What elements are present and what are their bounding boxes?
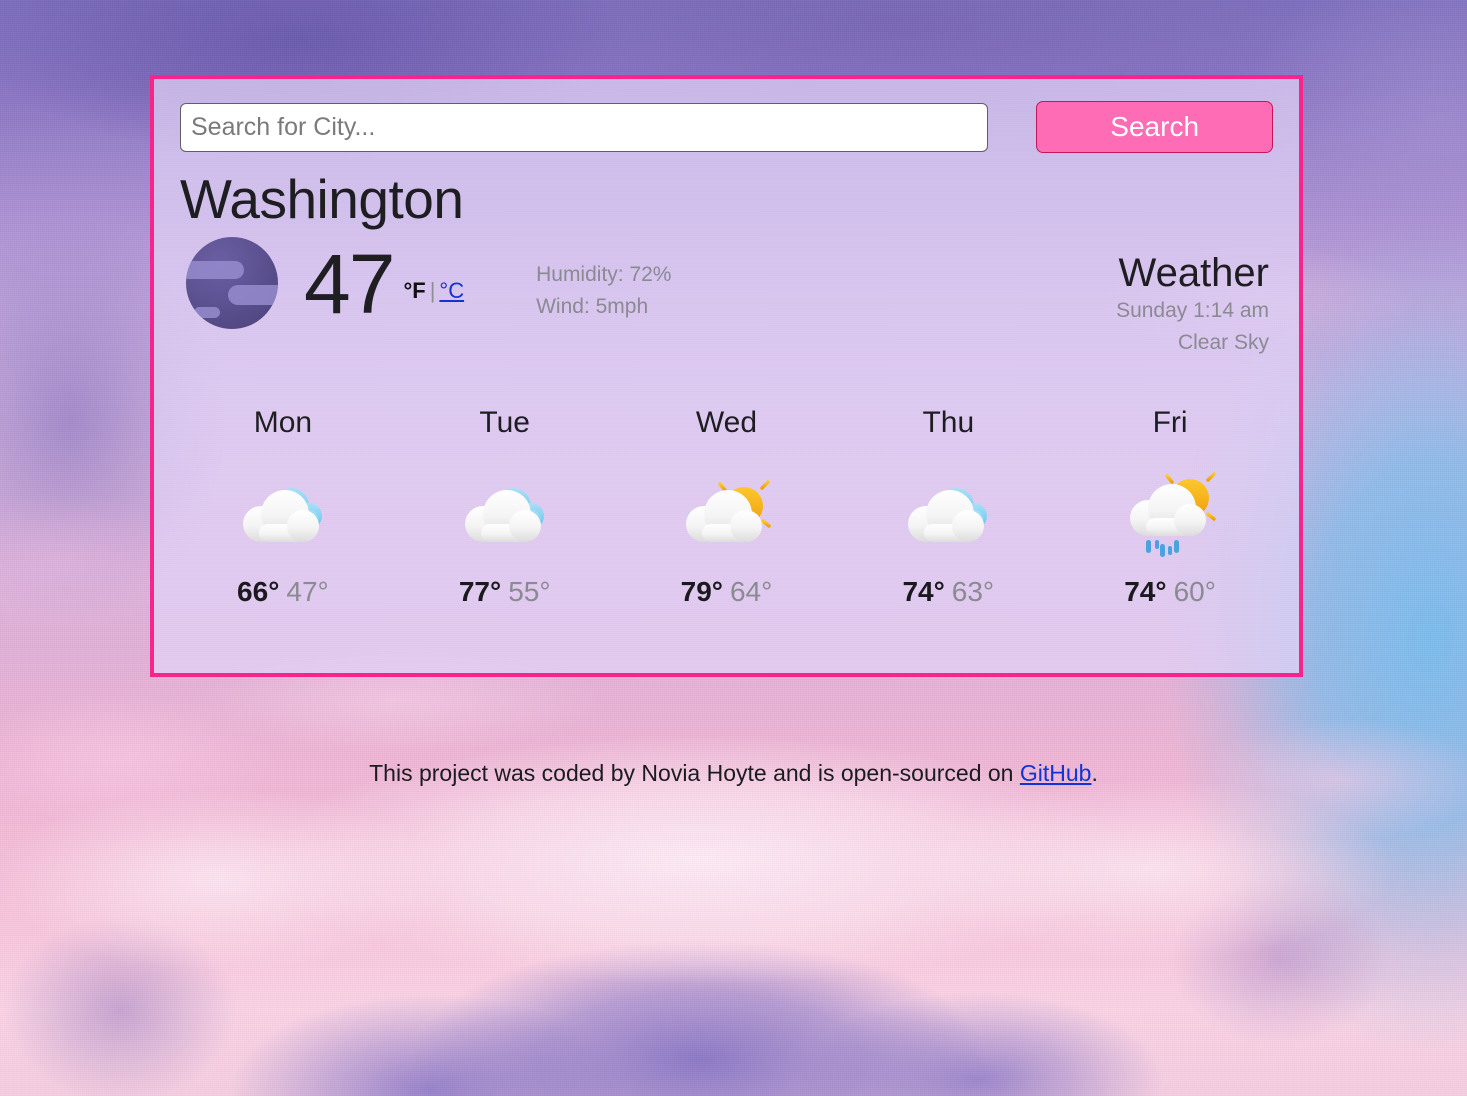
forecast-temps: 74° 60° bbox=[1059, 576, 1281, 608]
current-metrics: Humidity: 72% Wind: 5mph bbox=[536, 259, 671, 324]
forecast-day: Mon 66° 47° bbox=[172, 406, 394, 608]
weather-datetime: Sunday 1:14 am bbox=[1116, 298, 1269, 322]
night-cloudy-icon bbox=[186, 236, 278, 329]
forecast-temps: 66° 47° bbox=[172, 576, 394, 608]
forecast-low: 55° bbox=[508, 575, 551, 607]
forecast-low: 47° bbox=[286, 575, 329, 607]
forecast-day: Fri 74° 60° bbox=[1059, 406, 1281, 608]
forecast-day-name: Mon bbox=[253, 405, 313, 439]
github-link[interactable]: GitHub bbox=[1020, 760, 1092, 786]
unit-toggle: °F | °C bbox=[403, 278, 464, 304]
forecast-day: Wed 79° 64° bbox=[616, 406, 838, 608]
forecast-temps: 74° 63° bbox=[837, 576, 1059, 608]
footer: This project was coded by Novia Hoyte an… bbox=[0, 760, 1467, 787]
unit-separator: | bbox=[429, 277, 436, 303]
current-conditions: 47 °F | °C Humidity: 72% Wind: 5mph Weathe… bbox=[154, 229, 1299, 360]
forecast-day-name: Tue bbox=[479, 405, 530, 439]
footer-text-after: . bbox=[1091, 760, 1098, 786]
sun-rain-icon bbox=[1059, 462, 1281, 558]
forecast-low: 60° bbox=[1173, 575, 1216, 607]
forecast-high: 74° bbox=[1124, 575, 1167, 607]
search-row: Search bbox=[154, 79, 1299, 153]
weather-card: Search Washington 47 °F|°C Humidity: 72%… bbox=[150, 75, 1303, 677]
forecast-high: 77° bbox=[458, 575, 502, 607]
weather-heading: Weather bbox=[1118, 250, 1269, 295]
forecast-day: Thu 74° 63° bbox=[837, 406, 1059, 608]
wind-value: Wind: 5mph bbox=[536, 295, 649, 319]
search-button[interactable]: Search bbox=[1036, 101, 1273, 153]
page-background: Search Washington 47 °F|°C Humidity: 72%… bbox=[0, 0, 1467, 1096]
unit-fahrenheit: °F bbox=[403, 277, 426, 303]
forecast-high: 66° bbox=[237, 575, 280, 607]
search-input[interactable] bbox=[180, 102, 989, 152]
cloudy-icon bbox=[394, 462, 616, 558]
humidity-value: Humidity: 72% bbox=[536, 262, 672, 286]
forecast-day-name: Wed bbox=[695, 405, 758, 439]
forecast-high: 79° bbox=[680, 575, 723, 607]
forecast-temps: 79° 64° bbox=[616, 576, 838, 608]
forecast-row: Mon 66° 47° Tue 77° 55° Wed 79° 64° Thu … bbox=[154, 406, 1299, 608]
forecast-day: Tue 77° 55° bbox=[394, 406, 616, 608]
cloudy-icon bbox=[837, 462, 1059, 558]
footer-text-before: This project was coded by Novia Hoyte an… bbox=[369, 760, 1020, 786]
unit-celsius-link[interactable]: °C bbox=[439, 278, 464, 303]
forecast-day-name: Thu bbox=[922, 405, 975, 439]
partly-sunny-icon bbox=[616, 462, 838, 558]
forecast-low: 64° bbox=[729, 575, 773, 607]
weather-description: Clear Sky bbox=[1177, 331, 1269, 355]
current-summary: Weather Sunday 1:14 am Clear Sky bbox=[1116, 237, 1273, 360]
current-temperature: 47 bbox=[304, 236, 395, 331]
forecast-temps: 77° 55° bbox=[394, 576, 616, 608]
forecast-day-name: Fri bbox=[1152, 405, 1188, 439]
city-name: Washington bbox=[180, 168, 464, 230]
forecast-high: 74° bbox=[902, 575, 945, 607]
forecast-low: 63° bbox=[951, 575, 995, 607]
current-conditions-left: 47 °F | °C bbox=[180, 236, 464, 331]
cloudy-icon bbox=[172, 462, 394, 558]
